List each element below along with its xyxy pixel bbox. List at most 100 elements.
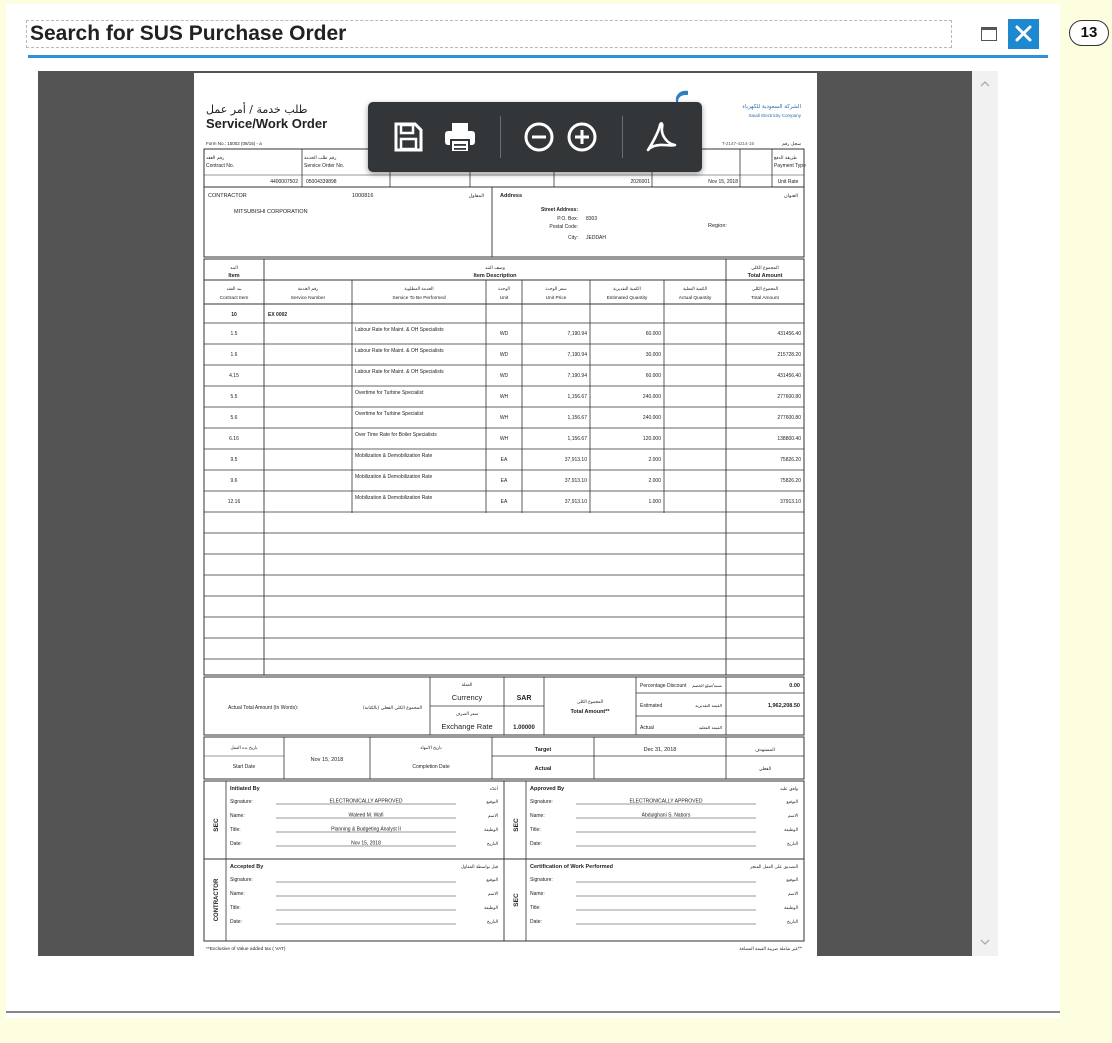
- company-name: Saudi Electricity Company: [748, 113, 801, 118]
- row-item: 5.5: [231, 394, 238, 400]
- pdf-viewer[interactable]: طلب خدمة / أمر عمل Service/Work Order Form…: [38, 71, 998, 956]
- row-service: Over Time Rate for Boiler Specialists: [355, 432, 437, 438]
- discount-label: Percentage Discount: [640, 683, 687, 689]
- bottom-divider: [6, 1011, 1060, 1013]
- row-unit: WH: [500, 436, 509, 442]
- doc-text: المقاول: [469, 193, 484, 199]
- signature-field-value: Waleed M. Wafi: [349, 813, 384, 819]
- doc-text: الاسم: [788, 814, 798, 819]
- column-header-ar: سعر الوحدة: [545, 287, 567, 292]
- signature-field-label: Signature:: [230, 799, 253, 805]
- vertical-scrollbar[interactable]: [972, 71, 998, 956]
- row-quantity: 240.000: [643, 394, 661, 400]
- doc-text: Payment Type: [774, 163, 806, 169]
- row-quantity: 60.000: [646, 373, 662, 379]
- signature-field-label: Signature:: [230, 877, 253, 883]
- reference-label-ar: سجل رقم: [782, 142, 801, 147]
- reference-number: T-2147-4214-15: [722, 141, 755, 146]
- row-unit: EA: [501, 499, 508, 505]
- doc-text: رقم العقد: [206, 156, 224, 161]
- signature-block-heading: Approved By: [530, 786, 565, 792]
- doc-text: التصديق على العمل المنجز: [749, 865, 798, 870]
- doc-text: التاريخ: [787, 920, 798, 925]
- doc-text: التوقيع: [786, 800, 798, 805]
- window: Search for SUS Purchase Order طلب خدمة /…: [6, 4, 1060, 1018]
- vat-note-ar: غير شاملة ضريبة القيمة المضافة**: [739, 946, 802, 952]
- row-unit: WD: [500, 352, 509, 358]
- doc-text: العملة: [462, 683, 473, 688]
- window-title: Search for SUS Purchase Order: [26, 20, 952, 48]
- column-header: Contract Item: [220, 295, 249, 301]
- estimated-label: Estimated: [640, 703, 662, 709]
- row-service: Overtime for Turbine Specialist: [355, 390, 424, 396]
- doc-text: المجموع الكلي: [751, 265, 779, 271]
- column-header-ar: الوحدة: [498, 287, 510, 292]
- service-order-number: 05004339898: [306, 179, 337, 185]
- row-unit-price: 1,156.67: [568, 394, 588, 400]
- row-total: 277600.80: [777, 394, 801, 400]
- scroll-down-icon[interactable]: [980, 937, 990, 947]
- row-unit-price: 7,190.94: [568, 373, 588, 379]
- discount-value: 0.00: [789, 683, 800, 689]
- doc-text: البند: [230, 266, 238, 271]
- row-item: 5.6: [231, 415, 238, 421]
- zoom-in-icon: [567, 122, 597, 152]
- row-quantity: 240.000: [643, 415, 661, 421]
- zoom-out-button[interactable]: [519, 117, 559, 157]
- start-date: Nov 15, 2018: [311, 757, 344, 763]
- target-label: Target: [535, 747, 552, 753]
- row-service: Mobilization & Demobilization Rate: [355, 474, 432, 480]
- print-button[interactable]: [440, 117, 480, 157]
- signature-field-label: Signature:: [530, 877, 553, 883]
- doc-text: وصف البند: [485, 266, 505, 271]
- group-item: 10: [231, 312, 237, 318]
- doc-text: الوظيفة: [484, 906, 498, 911]
- scroll-up-icon[interactable]: [980, 79, 990, 89]
- signature-field-value: ELECTRONICALLY APPROVED: [330, 799, 403, 805]
- currency-value: SAR: [517, 695, 532, 702]
- doc-text: التوقيع: [486, 800, 498, 805]
- doc-text: الاسم: [488, 892, 498, 897]
- row-unit-price: 1,156.67: [568, 415, 588, 421]
- vat-note: **Exclusive of Value added tax ( VAT): [206, 946, 286, 952]
- doc-text: Region:: [708, 223, 727, 229]
- sec-side-label: SEC: [213, 818, 220, 832]
- title-divider: [28, 55, 1048, 58]
- column-header-ar: بند العقد: [226, 287, 241, 292]
- doc-text: القيمة الفعلية: [699, 725, 722, 730]
- signature-field-label: Title:: [530, 905, 541, 911]
- row-total: 431456.40: [777, 373, 801, 379]
- row-item: 9.5: [231, 457, 238, 463]
- row-unit: EA: [501, 478, 508, 484]
- open-in-acrobat-button[interactable]: [641, 117, 681, 157]
- currency-label: Currency: [452, 693, 483, 702]
- item-description-header: Item Description: [473, 273, 517, 279]
- pdf-toolbar: [368, 102, 702, 172]
- doc-text: الوظيفة: [484, 828, 498, 833]
- contract-number: 4400007502: [270, 179, 298, 185]
- doc-text: المجموع الكلي الفعلي (بالكتابة): [363, 705, 422, 711]
- signature-block-heading: Accepted By: [230, 864, 264, 870]
- row-unit-price: 7,190.94: [568, 352, 588, 358]
- doc-text: التوقيع: [486, 878, 498, 883]
- doc-title: Service/Work Order: [206, 116, 327, 131]
- row-total: 431456.40: [777, 331, 801, 337]
- row-total: 75826.20: [780, 457, 801, 463]
- maximize-button[interactable]: [978, 23, 1000, 45]
- contractor-code: 1000816: [352, 193, 373, 199]
- contractor-label: CONTRACTOR: [208, 193, 247, 199]
- doc-text: قبل بواسطة المقاول: [461, 865, 498, 870]
- row-quantity: 2.000: [648, 457, 661, 463]
- close-button[interactable]: [1008, 19, 1039, 49]
- company-name-ar: الشركة السعودية للكهرباء: [742, 103, 801, 110]
- row-item: 1.6: [231, 352, 238, 358]
- exchange-rate-label: Exchange Rate: [441, 722, 492, 731]
- toolbar-separator: [500, 116, 501, 158]
- doc-text: Contract No.: [206, 163, 234, 169]
- column-header-ar: الكمية الفعلية: [683, 286, 707, 292]
- doc-text: Postal Code:: [549, 224, 578, 230]
- signature-field-label: Date:: [230, 919, 242, 925]
- zoom-in-button[interactable]: [562, 117, 602, 157]
- save-button[interactable]: [388, 117, 428, 157]
- doc-text: طريقة الدفع: [774, 156, 797, 161]
